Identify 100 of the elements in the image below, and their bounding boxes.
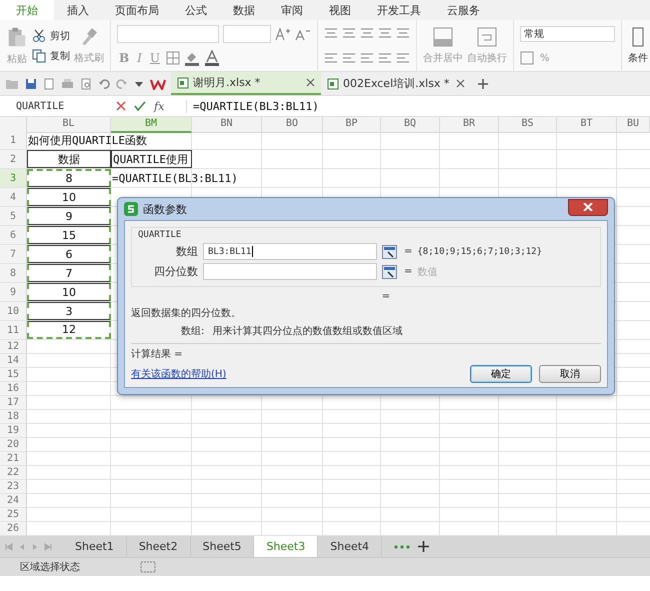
row-header[interactable]: 11 xyxy=(0,321,27,340)
column-header[interactable]: BM xyxy=(111,117,192,133)
menu-tab[interactable]: 开发工具 xyxy=(364,0,434,20)
ok-button[interactable]: 确定 xyxy=(470,365,532,383)
row-header[interactable]: 12 xyxy=(0,340,27,354)
menu-tab[interactable]: 开始 xyxy=(0,0,54,20)
row-header[interactable]: 21 xyxy=(0,452,27,466)
row-header[interactable]: 26 xyxy=(0,522,27,536)
menu-tab[interactable]: 数据 xyxy=(220,0,268,20)
preview-icon[interactable] xyxy=(80,78,92,90)
dropdown-icon[interactable] xyxy=(134,80,144,88)
wrap-text-icon[interactable] xyxy=(477,26,497,46)
row-header[interactable]: 24 xyxy=(0,494,27,508)
column-header[interactable]: BR xyxy=(440,117,499,133)
cut-button[interactable]: 剪切 xyxy=(50,28,70,42)
percent-button[interactable]: % xyxy=(540,52,550,64)
align-icon[interactable] xyxy=(342,27,356,40)
number-format-dropdown[interactable]: 常规 xyxy=(520,26,615,42)
merge-cells-icon[interactable] xyxy=(433,26,453,46)
column-header[interactable]: BL xyxy=(27,117,111,133)
row-header[interactable]: 1 xyxy=(0,131,27,150)
collapse-dialog-icon[interactable] xyxy=(382,244,397,258)
font-color-icon[interactable] xyxy=(204,50,220,66)
menu-tab[interactable]: 公式 xyxy=(172,0,220,20)
menu-tab[interactable]: 审阅 xyxy=(268,0,316,20)
italic-button[interactable]: I xyxy=(135,51,144,66)
align-icon[interactable] xyxy=(396,52,410,64)
row-header[interactable]: 5 xyxy=(0,207,27,226)
row-header[interactable]: 15 xyxy=(0,368,27,382)
row-header[interactable]: 20 xyxy=(0,438,27,452)
save-icon[interactable] xyxy=(25,78,37,90)
new-tab-icon[interactable] xyxy=(477,78,489,90)
row-header[interactable]: 6 xyxy=(0,226,27,245)
column-header[interactable]: BP xyxy=(323,117,381,133)
insert-function-button[interactable]: fx xyxy=(154,100,178,112)
row-header[interactable]: 3 xyxy=(0,169,27,188)
column-header[interactable]: BU xyxy=(617,117,650,133)
document-tab[interactable]: 谢明月.xlsx * xyxy=(171,72,321,95)
layout-icon[interactable] xyxy=(140,561,156,573)
close-button[interactable] xyxy=(568,198,608,216)
align-icon[interactable] xyxy=(342,52,356,64)
align-icon[interactable] xyxy=(360,27,374,40)
redo-icon[interactable] xyxy=(116,78,128,90)
collapse-dialog-icon[interactable] xyxy=(382,264,397,278)
row-header[interactable]: 2 xyxy=(0,150,27,169)
row-header[interactable]: 18 xyxy=(0,410,27,424)
print-icon[interactable] xyxy=(61,78,74,90)
conditional-format-button[interactable]: 条件 xyxy=(628,50,648,64)
column-header[interactable]: BT xyxy=(557,117,617,133)
row-header[interactable]: 19 xyxy=(0,424,27,438)
underline-button[interactable]: U xyxy=(148,51,162,66)
logo-icon[interactable] xyxy=(150,78,166,90)
formula-field[interactable]: =QUARTILE(BL3:BL11) xyxy=(186,100,650,112)
row-header[interactable]: 7 xyxy=(0,245,27,264)
menu-tab[interactable]: 视图 xyxy=(316,0,364,20)
wrap-text-button[interactable]: 自动换行 xyxy=(467,50,507,64)
align-icon[interactable] xyxy=(324,52,338,64)
format-painter-button[interactable]: 格式刷 xyxy=(74,50,104,64)
increase-font-icon[interactable] xyxy=(275,26,291,41)
align-icon[interactable] xyxy=(378,52,392,64)
menu-tab[interactable]: 插入 xyxy=(54,0,102,20)
add-sheet-icon[interactable] xyxy=(418,541,430,552)
document-tab[interactable]: 002Excel培训.xlsx * xyxy=(321,72,471,95)
row-header[interactable]: 9 xyxy=(0,283,27,302)
fill-color-icon[interactable] xyxy=(184,50,200,66)
row-header[interactable]: 23 xyxy=(0,480,27,494)
align-icon[interactable] xyxy=(378,27,392,40)
close-icon[interactable] xyxy=(456,79,465,88)
close-icon[interactable] xyxy=(306,78,315,87)
cancel-icon[interactable] xyxy=(116,101,126,111)
row-header[interactable]: 8 xyxy=(0,264,27,283)
bold-button[interactable]: B xyxy=(117,51,132,66)
menu-tab[interactable]: 页面布局 xyxy=(102,0,172,20)
clipboard-icon[interactable] xyxy=(6,26,28,48)
font-size-field[interactable] xyxy=(223,24,271,43)
row-header[interactable]: 14 xyxy=(0,354,27,368)
row-header[interactable]: 10 xyxy=(0,302,27,321)
row-header[interactable]: 4 xyxy=(0,188,27,207)
more-icon[interactable] xyxy=(394,544,410,548)
argument-field[interactable] xyxy=(203,263,377,280)
row-header[interactable]: 22 xyxy=(0,466,27,480)
column-header[interactable]: BS xyxy=(499,117,557,133)
cut-icon[interactable] xyxy=(32,28,46,42)
align-icon[interactable] xyxy=(396,27,410,40)
column-header[interactable]: BQ xyxy=(381,117,440,133)
copy-button[interactable]: 复制 xyxy=(50,48,70,62)
row-header[interactable]: 16 xyxy=(0,382,27,396)
undo-icon[interactable] xyxy=(98,78,110,90)
cancel-button[interactable]: 取消 xyxy=(539,365,601,383)
help-link[interactable]: 有关该函数的帮助(H) xyxy=(131,367,226,381)
sheet-tab[interactable]: Sheet3 xyxy=(254,536,318,557)
menu-tab[interactable]: 云服务 xyxy=(434,0,493,20)
row-header[interactable]: 25 xyxy=(0,508,27,522)
merge-center-button[interactable]: 合并居中 xyxy=(423,50,463,64)
column-header[interactable]: BN xyxy=(192,117,262,133)
paste-button[interactable]: 粘贴 xyxy=(7,52,27,66)
name-box[interactable]: QUARTILE xyxy=(0,100,108,112)
document-icon[interactable] xyxy=(43,78,55,90)
argument-field[interactable]: BL3:BL11 xyxy=(203,243,377,260)
check-icon[interactable] xyxy=(134,101,146,111)
